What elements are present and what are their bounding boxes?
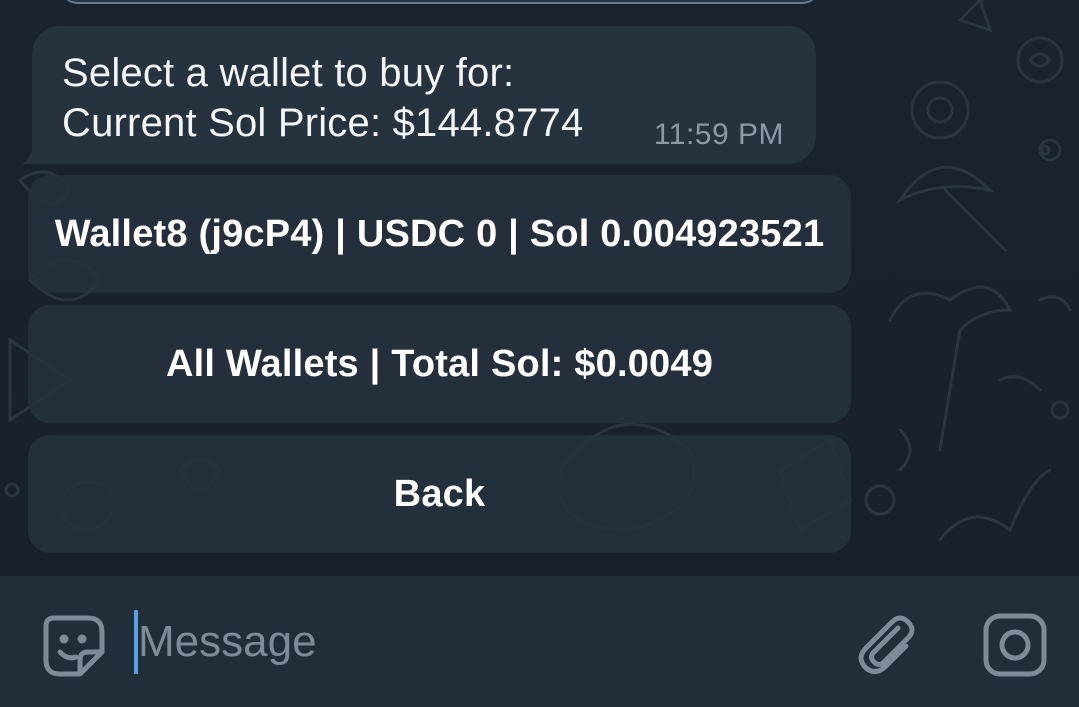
bot-message-bubble: Select a wallet to buy for: Current Sol … (32, 26, 816, 164)
message-input[interactable] (138, 606, 818, 678)
message-timestamp: 11:59 PM (653, 118, 784, 151)
chat-screen: Select a wallet to buy for: Current Sol … (0, 0, 1079, 707)
inline-button-label: All Wallets | Total Sol: $0.0049 (165, 342, 714, 385)
camera-icon[interactable] (982, 612, 1048, 678)
previous-message-bubble-edge (60, 0, 820, 4)
message-line-1: Select a wallet to buy for: (62, 51, 515, 95)
inline-button-label: Wallet8 (j9cP4) | USDC 0 | Sol 0.0049235… (54, 212, 825, 255)
message-line-2: Current Sol Price: $144.8774 (62, 101, 584, 145)
message-text: Select a wallet to buy for: Current Sol … (62, 48, 583, 148)
paperclip-icon[interactable] (852, 610, 918, 676)
inline-button-all-wallets[interactable]: All Wallets | Total Sol: $0.0049 (28, 305, 851, 423)
message-composer (0, 576, 1079, 707)
sticker-smile-icon[interactable] (40, 612, 108, 680)
inline-button-label: Back (393, 472, 486, 515)
inline-button-back[interactable]: Back (28, 435, 851, 553)
inline-button-wallet8[interactable]: Wallet8 (j9cP4) | USDC 0 | Sol 0.0049235… (28, 175, 851, 293)
